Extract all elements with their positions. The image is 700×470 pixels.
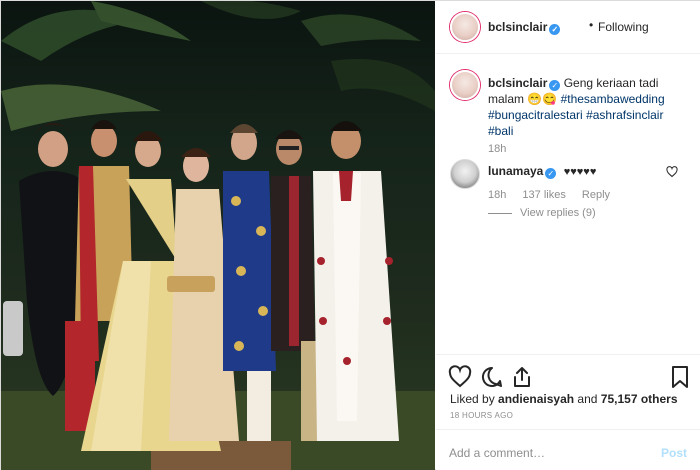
post-photo[interactable] (1, 1, 435, 470)
author-username[interactable]: bclsinclair ✓ (488, 20, 561, 35)
comment-timestamp: 18h (488, 189, 507, 201)
comment-meta: 18h 137 likes Reply (488, 189, 623, 201)
comment-like-heart-icon[interactable] (666, 166, 678, 178)
post-container: bclsinclair ✓ • Following bclsinclair ✓ Ge… (0, 0, 700, 470)
liked-by-user[interactable]: andienaisyah (498, 392, 574, 406)
author-avatar[interactable] (450, 12, 480, 42)
following-button[interactable]: Following (598, 20, 649, 34)
post-comment-button[interactable]: Post (661, 446, 687, 460)
comment-icon[interactable] (480, 365, 504, 389)
comment-item: lunamaya ✓ ♥♥♥♥♥ (488, 164, 596, 179)
likes-and: and (577, 392, 598, 406)
commenter-username[interactable]: lunamaya (488, 164, 543, 178)
reply-button[interactable]: Reply (582, 189, 610, 201)
add-comment-input[interactable]: Add a comment… (449, 446, 545, 460)
follow-separator: • (589, 18, 594, 32)
post-caption: bclsinclair ✓ Geng keriaan tadi malam 😁😋 … (488, 75, 688, 139)
share-icon[interactable] (510, 365, 534, 389)
comment-text: ♥♥♥♥♥ (563, 166, 597, 178)
caption-timestamp: 18h (488, 143, 507, 155)
hashtag-link[interactable]: #thesambawedding (561, 92, 665, 106)
hashtag-link[interactable]: #bungacitralestari (488, 108, 583, 122)
verified-badge-icon: ✓ (549, 24, 561, 35)
post-header: bclsinclair ✓ • Following (436, 1, 700, 54)
view-replies-button[interactable]: View replies (9) (488, 207, 596, 219)
likes-prefix: Liked by (450, 392, 495, 406)
verified-badge-icon: ✓ (549, 80, 561, 91)
author-username-text[interactable]: bclsinclair (488, 20, 547, 34)
comment-likes[interactable]: 137 likes (522, 189, 565, 201)
heart-icon[interactable] (448, 365, 472, 389)
photo-illustration (1, 1, 435, 470)
comments-section: bclsinclair ✓ Geng keriaan tadi malam 😁😋 … (436, 54, 700, 354)
caption-author-username[interactable]: bclsinclair (488, 76, 547, 90)
verified-badge-icon: ✓ (545, 168, 557, 179)
post-timestamp[interactable]: 18 HOURS AGO (450, 411, 513, 420)
add-comment-bar: Add a comment… Post (436, 429, 700, 470)
commenter-avatar[interactable] (450, 159, 480, 189)
likes-summary: Liked by andienaisyah and 75,157 others (450, 392, 678, 406)
likes-others-count[interactable]: 75,157 others (601, 392, 678, 406)
hashtag-link[interactable]: #bali (488, 124, 513, 138)
post-side-panel: bclsinclair ✓ • Following bclsinclair ✓ Ge… (436, 1, 700, 470)
hashtag-link[interactable]: #ashrafsinclair (586, 108, 663, 122)
bookmark-icon[interactable] (668, 365, 692, 389)
caption-author-avatar[interactable] (450, 70, 480, 100)
